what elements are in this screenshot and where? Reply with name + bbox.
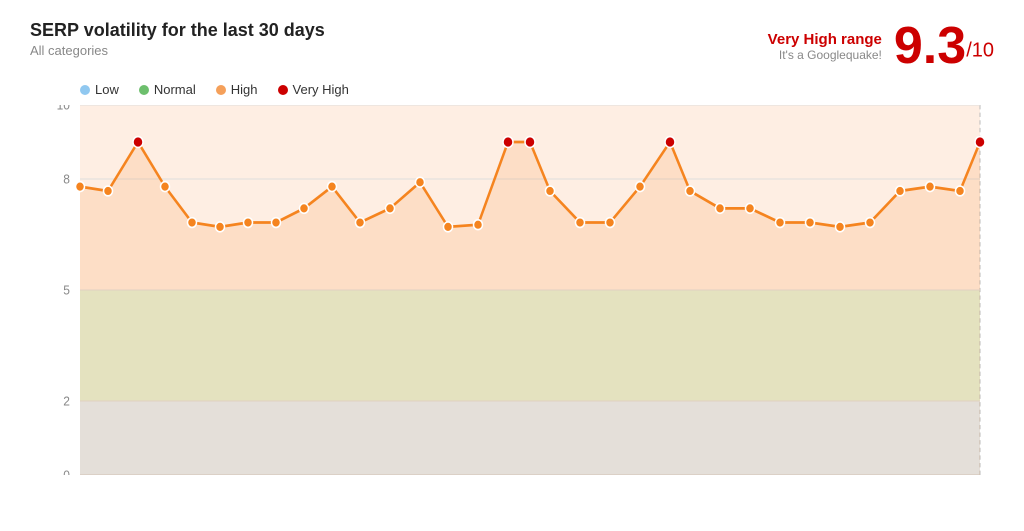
- score-display: 9.3/10: [894, 20, 994, 72]
- chart-area: 10 8 5 2 0: [30, 105, 994, 475]
- dot-14: [474, 220, 483, 230]
- dot-16: [576, 218, 585, 228]
- legend-label-low: Low: [95, 82, 119, 97]
- legend-item-normal: Normal: [139, 82, 196, 97]
- dot-4: [188, 218, 197, 228]
- legend-label-normal: Normal: [154, 82, 196, 97]
- legend-label-high: High: [231, 82, 258, 97]
- legend-dot-low: [80, 85, 90, 95]
- subtitle: All categories: [30, 43, 325, 58]
- legend-dot-normal: [139, 85, 149, 95]
- ylabel-2: 2: [63, 394, 70, 409]
- range-title: Very High range: [768, 31, 882, 48]
- legend-item-low: Low: [80, 82, 119, 97]
- legend-dot-very-high: [278, 85, 288, 95]
- legend-item-very-high: Very High: [278, 82, 349, 97]
- legend: Low Normal High Very High: [80, 82, 994, 97]
- dot-very-high-5: [975, 137, 985, 148]
- dot-1: [76, 182, 85, 192]
- legend-label-very-high: Very High: [293, 82, 349, 97]
- dot-23: [806, 218, 815, 228]
- legend-item-high: High: [216, 82, 258, 97]
- dot-6: [244, 218, 253, 228]
- dot-very-high-1: [133, 137, 143, 148]
- dot-18: [636, 182, 645, 192]
- dot-27: [926, 182, 935, 192]
- range-subtitle: It's a Googlequake!: [768, 48, 882, 62]
- ylabel-0: 0: [63, 468, 70, 475]
- header: SERP volatility for the last 30 days All…: [30, 20, 994, 72]
- header-right: Very High range It's a Googlequake! 9.3/…: [768, 20, 994, 72]
- dot-22: [776, 218, 785, 228]
- dot-13: [444, 222, 453, 232]
- dot-5: [216, 222, 225, 232]
- ylabel-10: 10: [57, 105, 70, 112]
- chart-svg: 10 8 5 2 0: [30, 105, 994, 475]
- dot-21: [746, 203, 755, 213]
- dot-11: [386, 203, 395, 213]
- dot-25: [866, 218, 875, 228]
- dot-2: [104, 186, 113, 196]
- dot-7: [272, 218, 281, 228]
- dot-28: [956, 186, 965, 196]
- page-container: SERP volatility for the last 30 days All…: [0, 0, 1024, 531]
- score-denom: /10: [966, 40, 994, 62]
- dot-very-high-4: [665, 137, 675, 148]
- dot-19: [686, 186, 695, 196]
- legend-dot-high: [216, 85, 226, 95]
- dot-9: [328, 182, 337, 192]
- dot-12: [416, 177, 425, 187]
- dot-26: [896, 186, 905, 196]
- dot-10: [356, 218, 365, 228]
- ylabel-5: 5: [63, 283, 70, 298]
- score-value: 9.3: [894, 17, 966, 75]
- dot-very-high-2: [503, 137, 513, 148]
- range-label: Very High range It's a Googlequake!: [768, 31, 882, 62]
- dot-15: [546, 186, 555, 196]
- dot-3: [161, 182, 170, 192]
- ylabel-8: 8: [63, 172, 70, 187]
- dot-very-high-3: [525, 137, 535, 148]
- page-title: SERP volatility for the last 30 days: [30, 20, 325, 41]
- header-left: SERP volatility for the last 30 days All…: [30, 20, 325, 58]
- dot-24: [836, 222, 845, 232]
- dot-20: [716, 203, 725, 213]
- dot-8: [300, 203, 309, 213]
- dot-17: [606, 218, 615, 228]
